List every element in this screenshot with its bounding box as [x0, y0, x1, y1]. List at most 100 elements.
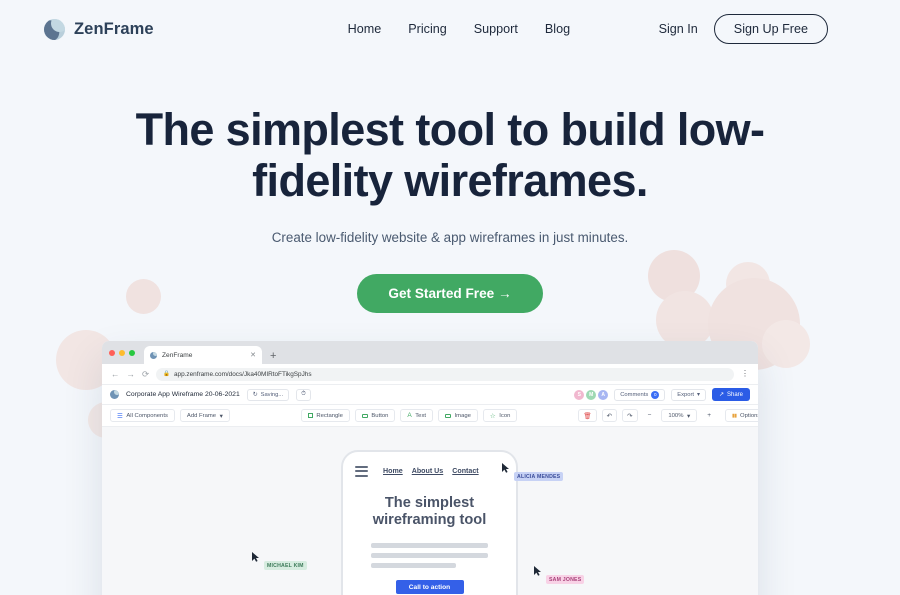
zoom-out-button[interactable]: −	[642, 409, 657, 422]
share-label: Share	[726, 391, 743, 398]
icon-tool-button[interactable]: ☆ Icon	[482, 409, 518, 422]
page-title: The simplest tool to build low-fidelity …	[135, 104, 765, 207]
rectangle-label: Rectangle	[316, 412, 343, 419]
text-icon: A	[407, 412, 412, 419]
cursor-pointer-icon	[534, 566, 541, 576]
share-button[interactable]: ↗ Share	[711, 388, 750, 401]
maximize-window-dot-icon[interactable]	[129, 349, 135, 356]
app-logo-icon	[110, 390, 119, 399]
browser-tabbar: ZenFrame ✕ +	[102, 341, 758, 364]
all-components-button[interactable]: ☰ All Components	[110, 409, 175, 422]
traffic-lights	[109, 341, 135, 364]
text-label: Text	[415, 412, 427, 419]
url-input[interactable]: 🔒 app.zenframe.com/docs/Jka40MIRtoFTikgS…	[156, 367, 734, 381]
avatar[interactable]: M	[586, 389, 597, 400]
redo-button[interactable]: ↷	[622, 409, 638, 422]
share-icon: ↗	[718, 392, 724, 398]
chevron-down-icon: ▾	[697, 391, 700, 398]
sign-in-link[interactable]: Sign In	[659, 22, 698, 36]
lock-icon: 🔒	[163, 371, 170, 377]
sign-up-button[interactable]: Sign Up Free	[713, 13, 828, 45]
phone-nav-about[interactable]: About Us	[412, 467, 444, 475]
saving-status-badge: ↻ Saving...	[246, 388, 290, 401]
undo-button[interactable]: ↶	[601, 409, 618, 422]
collaborator-cursor: SAM JONES	[534, 566, 585, 584]
collaborator-name-label: SAM JONES	[546, 575, 585, 584]
nav-item-blog[interactable]: Blog	[545, 22, 570, 36]
add-frame-label: Add Frame	[186, 412, 217, 419]
all-components-label: All Components	[126, 412, 168, 419]
avatar[interactable]: A	[598, 389, 609, 400]
button-tool-button[interactable]: Button	[354, 409, 396, 422]
image-label: Image	[454, 412, 471, 419]
zoom-level-selector[interactable]: 100% ▾	[661, 409, 698, 422]
collaborator-name-label: MICHAEL KIM	[264, 561, 307, 570]
hero-subtitle: Create low-fidelity website & app wirefr…	[271, 229, 629, 245]
get-started-button[interactable]: Get Started Free →	[357, 273, 543, 314]
browser-mockup: ZenFrame ✕ + ← → ⟳ 🔒 app.zenframe.com/do…	[102, 341, 758, 595]
hamburger-icon[interactable]	[355, 466, 368, 477]
brand-name: ZenFrame	[74, 19, 154, 38]
zoom-in-button[interactable]: +	[702, 409, 716, 422]
image-tool-button[interactable]: Image	[438, 409, 478, 422]
avatar[interactable]: S	[574, 389, 585, 400]
undo-icon: ↶	[606, 412, 613, 420]
cursor-pointer-icon	[252, 552, 259, 562]
browser-tab[interactable]: ZenFrame ✕	[144, 346, 262, 364]
icon-label: Icon	[499, 412, 511, 419]
add-frame-button[interactable]: Add Frame ▾	[179, 409, 230, 422]
phone-nav-contact[interactable]: Contact	[452, 467, 478, 475]
document-title[interactable]: Corporate App Wireframe 20-06-2021	[126, 391, 240, 398]
browser-urlbar: ← → ⟳ 🔒 app.zenframe.com/docs/Jka40MIRto…	[102, 364, 758, 384]
image-icon	[445, 413, 452, 418]
forward-icon[interactable]: →	[127, 369, 136, 379]
phone-navbar: Home About Us Contact	[343, 452, 516, 477]
sync-icon: ↻	[252, 391, 258, 398]
phone-wireframe[interactable]: Home About Us Contact The simplest wiref…	[341, 450, 518, 595]
app-header-row: Corporate App Wireframe 20-06-2021 ↻ Sav…	[102, 384, 758, 404]
rectangle-icon	[307, 413, 313, 418]
app-header-actions: S M A Comments 0 Export ▾ ↗ Share	[574, 388, 750, 401]
rectangle-tool-button[interactable]: Rectangle	[300, 409, 350, 422]
list-icon: ☰	[117, 412, 123, 420]
nav-item-support[interactable]: Support	[474, 22, 518, 36]
site-header: ZenFrame Home Pricing Support Blog Sign …	[0, 0, 900, 58]
landing-page: ZenFrame Home Pricing Support Blog Sign …	[0, 0, 900, 595]
header-actions: Sign In Sign Up Free	[659, 13, 828, 45]
close-tab-icon[interactable]: ✕	[250, 351, 256, 359]
phone-headline: The simplest wireframing tool	[372, 494, 487, 529]
collaborator-cursor: MICHAEL KIM	[252, 552, 307, 570]
brand-logo[interactable]: ZenFrame	[44, 18, 154, 40]
browser-menu-icon[interactable]: ⋮	[741, 369, 749, 377]
collaborator-cursor: ALICIA MENDES	[502, 463, 564, 481]
chevron-down-icon: ▾	[219, 412, 223, 420]
tab-title: ZenFrame	[162, 351, 193, 359]
back-icon[interactable]: ←	[111, 369, 120, 379]
text-tool-button[interactable]: A Text	[400, 409, 434, 422]
reload-icon[interactable]: ⟳	[142, 369, 149, 380]
chevron-down-icon: ▾	[686, 412, 691, 420]
star-icon: ☆	[489, 412, 496, 420]
close-window-dot-icon[interactable]	[109, 349, 115, 356]
new-tab-icon[interactable]: +	[270, 350, 276, 364]
options-label: Options	[740, 412, 758, 419]
comments-count-badge: 0	[651, 390, 660, 399]
comments-button[interactable]: Comments 0	[614, 388, 666, 401]
minimize-window-dot-icon[interactable]	[119, 349, 125, 356]
delete-button[interactable]: 🗑	[578, 409, 597, 422]
export-button[interactable]: Export ▾	[671, 388, 706, 401]
nav-item-home[interactable]: Home	[348, 22, 382, 36]
tab-favicon-icon	[150, 351, 157, 359]
sliders-icon: ▮▮	[732, 412, 737, 419]
call-to-action-button[interactable]: Call to action	[395, 580, 464, 595]
minus-icon: −	[647, 412, 652, 419]
comments-label: Comments	[620, 391, 649, 398]
options-button[interactable]: ▮▮ Options	[725, 409, 758, 422]
button-label: Button	[371, 412, 389, 419]
app-toolbar: ☰ All Components Add Frame ▾ Rectangle B…	[102, 404, 758, 426]
phone-nav-home[interactable]: Home	[383, 467, 403, 475]
history-button[interactable]: ⏱	[296, 388, 311, 401]
wireframe-canvas[interactable]: Home About Us Contact The simplest wiref…	[102, 426, 758, 595]
collaborator-name-label: ALICIA MENDES	[514, 472, 564, 481]
nav-item-pricing[interactable]: Pricing	[408, 22, 447, 36]
